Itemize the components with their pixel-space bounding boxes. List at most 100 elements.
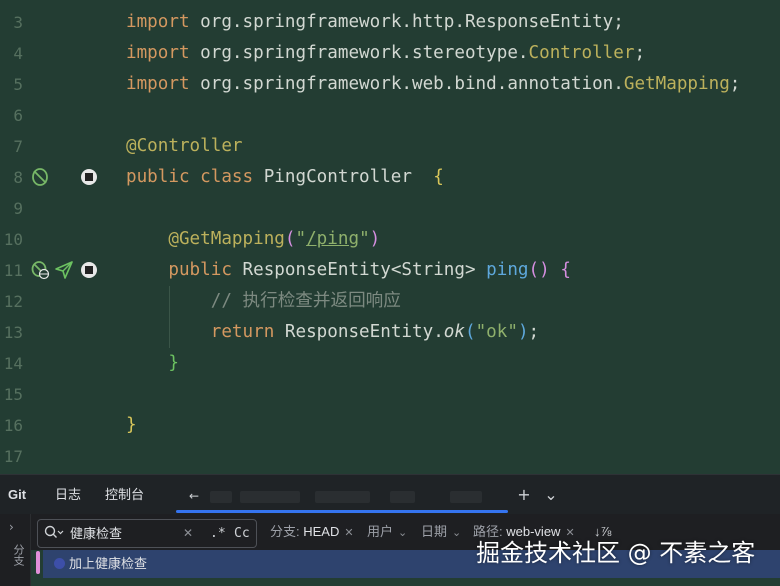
string-literal: "ok" [475, 322, 518, 342]
branch-filter[interactable]: 分支: HEAD ✕ [270, 514, 354, 550]
commit-message[interactable]: 加上健康检查 [69, 550, 147, 578]
annotation: @Controller [126, 136, 243, 156]
branch-color-marker [36, 551, 40, 574]
keyword: import [126, 74, 190, 94]
user-filter-label: 用户 [367, 524, 394, 539]
code-line-11[interactable]: 11 public ResponseEntity<String> ping() … [0, 255, 780, 286]
line-number: 9 [13, 199, 23, 218]
add-tab-button[interactable]: + [513, 484, 535, 506]
keyword: import [126, 12, 190, 32]
chevron-down-icon[interactable]: ⌄ [540, 484, 562, 506]
url-path-link[interactable]: /ping [306, 229, 359, 249]
code-line-9[interactable]: 9 [0, 193, 780, 224]
redacted-tab [390, 491, 415, 503]
redacted-tab [315, 491, 370, 503]
code-text: org.springframework.http.ResponseEntity; [189, 12, 624, 32]
string-quote: " [359, 229, 370, 249]
redacted-tab [240, 491, 300, 503]
date-filter[interactable]: 日期 ⌄ [421, 514, 461, 550]
branch-filter-label: 分支: [270, 524, 300, 539]
paren: ( [284, 229, 296, 249]
annotation: @GetMapping [168, 229, 285, 249]
user-filter[interactable]: 用户 ⌄ [367, 514, 407, 550]
code-line-14[interactable]: 14 } [0, 348, 780, 379]
brace: } [168, 353, 179, 373]
spring-bean-icon[interactable] [30, 167, 50, 187]
comment: // 执行检查并返回响应 [210, 291, 401, 311]
code-line-4[interactable]: 4 import org.springframework.stereotype.… [0, 38, 780, 69]
code-editor[interactable]: 3 import org.springframework.http.Respon… [0, 0, 780, 474]
regex-toggle[interactable]: .* [210, 520, 226, 547]
paren: ) [369, 229, 381, 249]
tab-log[interactable]: 日志 [55, 475, 81, 515]
code-line-17[interactable]: 17 [0, 441, 780, 472]
code-text: ; [528, 322, 540, 342]
line-number: 15 [3, 385, 23, 404]
search-value[interactable]: 健康检查 [70, 520, 122, 547]
active-tab-indicator [176, 510, 508, 513]
annotation-ref: Controller [528, 43, 635, 63]
search-icon [44, 525, 64, 545]
code-text: ResponseEntity. [274, 322, 444, 342]
branch-filter-value: HEAD [303, 524, 340, 539]
line-number: 10 [3, 230, 23, 249]
watermark: 掘金技术社区 @ 不素之客 [476, 539, 756, 567]
line-number: 3 [13, 13, 23, 32]
code-line-16[interactable]: 16 } [0, 410, 780, 441]
match-case-toggle[interactable]: Cc [234, 520, 250, 547]
paren: ( [464, 322, 476, 342]
line-number: 12 [3, 292, 23, 311]
line-number: 8 [13, 168, 23, 187]
send-request-icon[interactable] [54, 260, 74, 280]
back-arrow-icon[interactable]: ← [183, 485, 205, 507]
code-text: ResponseEntity<String> [231, 260, 487, 280]
paren: ) [517, 322, 529, 342]
line-number: 16 [3, 416, 23, 435]
line-number: 5 [13, 75, 23, 94]
keyword: return [210, 322, 275, 342]
clear-search-icon[interactable]: ✕ [183, 520, 193, 547]
branches-label: 分支 [12, 544, 24, 566]
paren: () [528, 260, 550, 280]
branches-side-panel[interactable]: › 分支 [0, 514, 31, 586]
code-text: org.springframework.web.bind.annotation. [189, 74, 624, 94]
code-line-13[interactable]: 13 return ResponseEntity.ok("ok"); [0, 317, 780, 348]
code-line-5[interactable]: 5 import org.springframework.web.bind.an… [0, 69, 780, 100]
code-vision-icon[interactable] [80, 261, 100, 281]
code-line-15[interactable]: 15 [0, 379, 780, 410]
code-line-7[interactable]: 7 @Controller [0, 131, 780, 162]
line-number: 6 [13, 106, 23, 125]
brace: { [433, 167, 444, 187]
code-line-3[interactable]: 3 import org.springframework.http.Respon… [0, 7, 780, 38]
date-filter-label: 日期 [421, 524, 448, 539]
line-number: 14 [3, 354, 23, 373]
code-text: ; [729, 74, 741, 94]
method-call: ok [443, 322, 465, 342]
tool-window-tab-bar: Git 日志 控制台 ← + ⌄ [0, 474, 780, 515]
commit-search-input[interactable]: 健康检查 ✕ .* Cc [37, 519, 257, 548]
method-name: ping [486, 260, 529, 280]
tab-git[interactable]: Git [8, 475, 26, 515]
line-number: 17 [3, 447, 23, 466]
brace: } [126, 415, 137, 435]
code-vision-icon[interactable] [80, 168, 100, 188]
code-text: org.springframework.stereotype. [189, 43, 529, 63]
brace: { [560, 260, 571, 280]
redacted-tab [450, 491, 482, 503]
annotation-ref: GetMapping [623, 74, 730, 94]
keyword: import [126, 43, 190, 63]
code-line-8[interactable]: 8 public class PingController { [0, 162, 780, 193]
code-line-6[interactable]: 6 [0, 100, 780, 131]
line-number: 13 [3, 323, 23, 342]
spring-bean-icon[interactable] [30, 260, 50, 280]
code-line-10[interactable]: 10 @GetMapping("/ping") [0, 224, 780, 255]
line-number: 11 [3, 261, 23, 280]
chevron-down-icon: ⌄ [452, 526, 462, 539]
line-number: 7 [13, 137, 23, 156]
chevron-right-icon[interactable]: › [9, 520, 14, 534]
code-text: ; [634, 43, 646, 63]
tab-console[interactable]: 控制台 [105, 475, 144, 515]
code-line-12[interactable]: 12 // 执行检查并返回响应 [0, 286, 780, 317]
clear-filter-icon[interactable]: ✕ [344, 526, 353, 539]
keyword: public class [126, 167, 254, 187]
